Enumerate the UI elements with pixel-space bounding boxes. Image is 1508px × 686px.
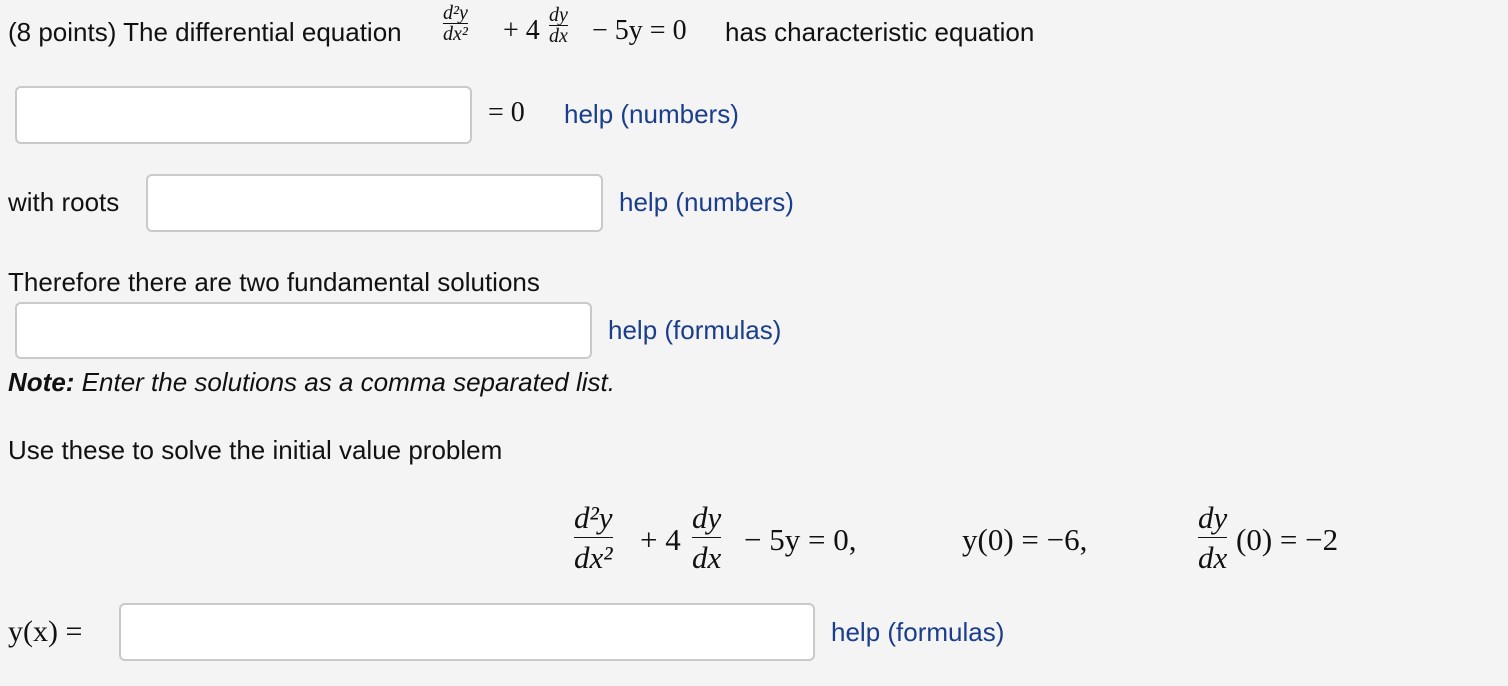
initial-condition-1: y(0) = −6,	[962, 522, 1088, 557]
ivp-first-derivative-fraction: dy dx	[692, 500, 722, 575]
ivp-second-derivative-fraction: d²y dx²	[574, 502, 613, 573]
first-derivative-fraction: dy dx	[549, 5, 568, 46]
frac-numerator: dy	[692, 500, 722, 535]
eq-rest: − 5y = 0	[592, 15, 687, 46]
frac-numerator: dy	[549, 4, 568, 26]
help-numbers-link[interactable]: help (numbers)	[619, 189, 794, 215]
frac-denominator: dx²	[574, 540, 613, 575]
solution-input[interactable]	[119, 603, 815, 661]
note-label: Note:	[8, 367, 75, 397]
initial-condition-2: (0) = −2	[1236, 522, 1339, 557]
ivp-text: Use these to solve the initial value pro…	[8, 435, 503, 465]
eq-plus-four: + 4	[503, 15, 540, 46]
frac-numerator: d²y	[574, 500, 613, 535]
fundamental-solutions-text: Therefore there are two fundamental solu…	[8, 267, 540, 297]
note-text: Enter the solutions as a comma separated…	[81, 367, 615, 397]
frac-numerator: d²y	[443, 2, 468, 24]
ivp-eq-rest: − 5y = 0,	[744, 522, 857, 557]
frac-denominator: dx	[692, 540, 722, 575]
note: Note: Enter the solutions as a comma sep…	[8, 369, 615, 395]
help-numbers-link[interactable]: help (numbers)	[564, 101, 739, 127]
frac-denominator: dx²	[443, 23, 468, 45]
help-formulas-link[interactable]: help (formulas)	[608, 317, 781, 343]
problem-intro-suffix: has characteristic equation	[725, 17, 1035, 47]
ivp-plus-four: + 4	[640, 522, 681, 557]
problem-intro: (8 points) The differential equation	[8, 17, 402, 47]
ivp-derivative-condition-fraction: dy dx	[1198, 500, 1228, 575]
fundamental-solutions-input[interactable]	[15, 302, 592, 359]
second-derivative-fraction: d²y dx²	[443, 3, 468, 44]
characteristic-equation-input[interactable]	[15, 86, 472, 144]
help-formulas-link[interactable]: help (formulas)	[831, 619, 1004, 645]
frac-numerator: dy	[1198, 500, 1228, 535]
frac-denominator: dx	[1198, 540, 1228, 575]
roots-label: with roots	[8, 187, 120, 217]
frac-denominator: dx	[549, 25, 568, 47]
roots-input[interactable]	[146, 174, 603, 232]
answer-label: y(x) =	[8, 615, 83, 648]
equals-zero: = 0	[488, 97, 525, 128]
